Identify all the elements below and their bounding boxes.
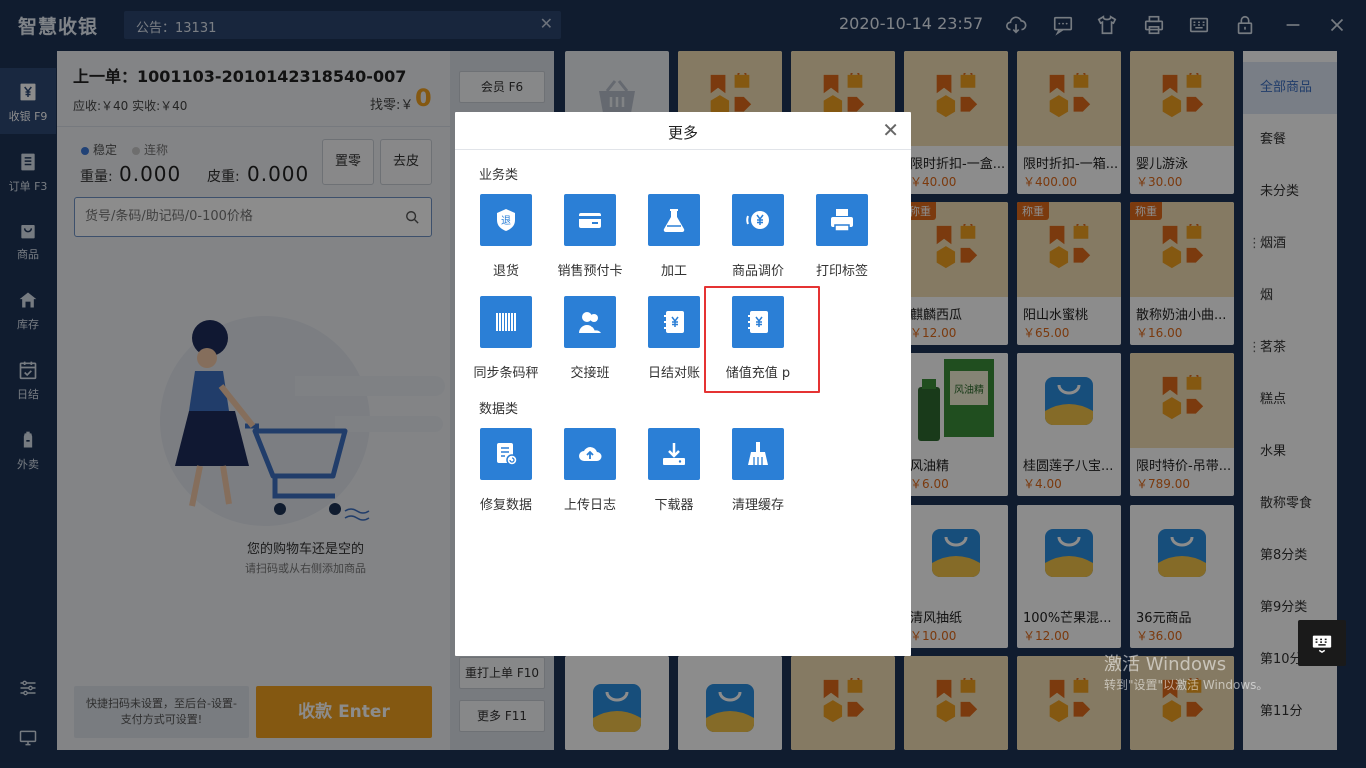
selection-highlight (704, 286, 820, 393)
tool-label: 商品调价 (731, 264, 784, 279)
tool-sync-scale[interactable]: 同步条码秤 (463, 296, 547, 392)
download-icon (648, 428, 700, 480)
barcode-icon (480, 296, 532, 348)
ledger-icon (648, 296, 700, 348)
section-data: 数据类 (479, 402, 519, 417)
tool-label: 加工 (660, 264, 687, 279)
tool-daily-reconcile[interactable]: 日结对账 (631, 296, 715, 392)
tool-clear-cache[interactable]: 清理缓存 (715, 428, 799, 524)
section-business: 业务类 (479, 168, 519, 183)
tool-label: 下载器 (654, 498, 694, 513)
tool-prepaid-card[interactable]: 销售预付卡 (547, 194, 631, 290)
tool-downloader[interactable]: 下载器 (631, 428, 715, 524)
repair-data-icon (480, 428, 532, 480)
tool-label: 同步条码秤 (473, 366, 539, 381)
tool-processing[interactable]: 加工 (631, 194, 715, 290)
tool-shift-handover[interactable]: 交接班 (547, 296, 631, 392)
keyboard-icon (1312, 635, 1332, 654)
tool-return[interactable]: 退 退货 (463, 194, 547, 290)
broom-icon (732, 428, 784, 480)
return-glyph: 退 (501, 215, 511, 227)
return-icon: 退 (480, 194, 532, 246)
tool-label: 交接班 (570, 366, 610, 381)
flask-icon (648, 194, 700, 246)
tool-label: 销售预付卡 (557, 264, 623, 279)
price-adjust-icon (732, 194, 784, 246)
card-icon (564, 194, 616, 246)
windows-watermark: 激活 Windows (1104, 654, 1227, 675)
divider (455, 149, 911, 150)
tool-label: 上传日志 (563, 498, 616, 513)
tool-label: 退货 (492, 264, 519, 279)
close-icon[interactable]: ✕ (882, 118, 899, 142)
cloud-upload-icon (564, 428, 616, 480)
more-dialog: 更多 ✕ 业务类 退 退货 销售预付卡 加工 商品调价 打印标签 同步条码秤 交… (455, 112, 911, 656)
printer-icon (816, 194, 868, 246)
tool-print-label[interactable]: 打印标签 (799, 194, 883, 290)
tool-price-adjust[interactable]: 商品调价 (715, 194, 799, 290)
tool-label: 打印标签 (815, 264, 868, 279)
tool-label: 清理缓存 (731, 498, 784, 513)
windows-watermark-hint: 转到"设置"以激活 Windows。 (1104, 678, 1269, 692)
dialog-title: 更多 (667, 124, 698, 142)
virtual-keyboard-button[interactable] (1298, 620, 1346, 666)
users-icon (564, 296, 616, 348)
tool-label: 修复数据 (479, 498, 532, 513)
tool-upload-log[interactable]: 上传日志 (547, 428, 631, 524)
tool-repair-data[interactable]: 修复数据 (463, 428, 547, 524)
